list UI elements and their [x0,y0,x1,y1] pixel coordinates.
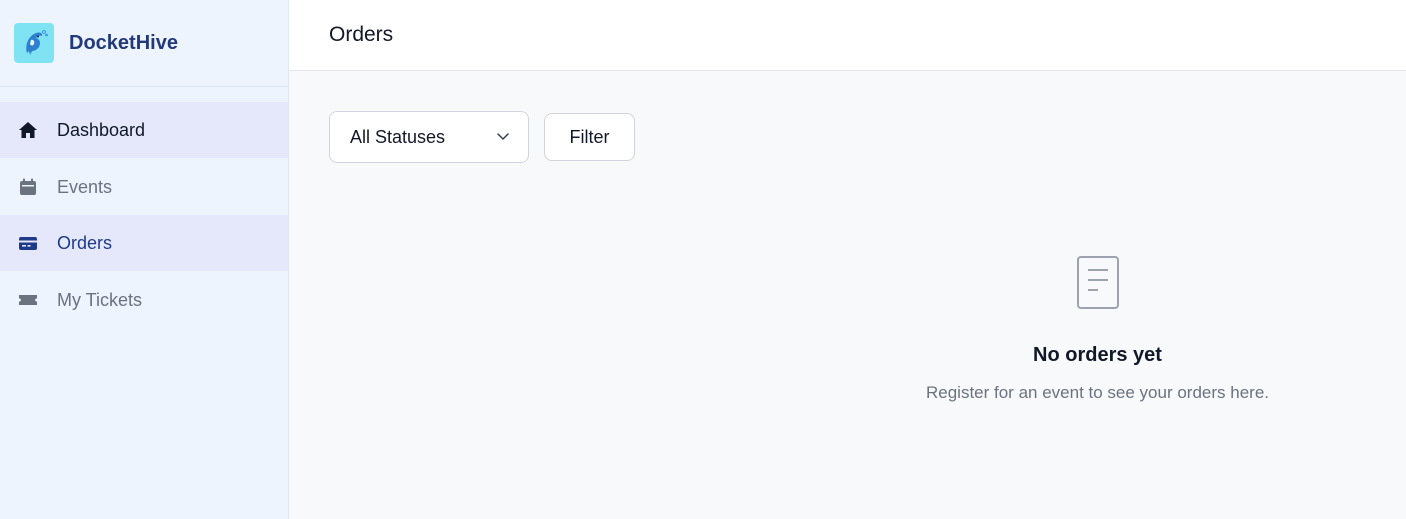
dolphin-logo-icon [14,23,54,63]
status-select[interactable]: All Statuses [329,111,529,163]
page-header: Orders [289,0,1406,71]
calendar-icon [18,177,38,197]
chevron-down-icon [496,127,510,148]
page-title: Orders [329,23,394,46]
sidebar-item-orders[interactable]: Orders [0,215,288,271]
status-select-value: All Statuses [350,126,446,147]
sidebar: DocketHive Dashboard Events Orders My Ti… [0,0,289,519]
credit-card-icon [18,233,38,253]
filter-toolbar: All Statuses Filter [329,111,635,163]
ticket-icon [18,290,38,310]
sidebar-item-label: My Tickets [57,289,143,310]
sidebar-nav: Dashboard Events Orders My Tickets [0,87,288,328]
filter-button[interactable]: Filter [544,113,635,161]
empty-state-description: Register for an event to see your orders… [925,383,1269,402]
sidebar-item-events[interactable]: Events [0,159,288,215]
sidebar-item-dashboard[interactable]: Dashboard [0,102,288,158]
sidebar-item-label: Orders [57,233,113,253]
document-icon [1076,256,1119,310]
sidebar-item-label: Dashboard [57,120,146,140]
brand-name: DocketHive [69,31,178,54]
empty-state: No orders yet Register for an event to s… [289,256,1406,403]
main-content: Orders All Statuses Filter No orders yet… [289,0,1406,519]
brand[interactable]: DocketHive [0,0,288,87]
sidebar-item-my-tickets[interactable]: My Tickets [0,272,288,328]
sidebar-item-label: Events [57,176,113,197]
empty-state-title: No orders yet [1033,344,1162,366]
home-icon [18,120,38,140]
